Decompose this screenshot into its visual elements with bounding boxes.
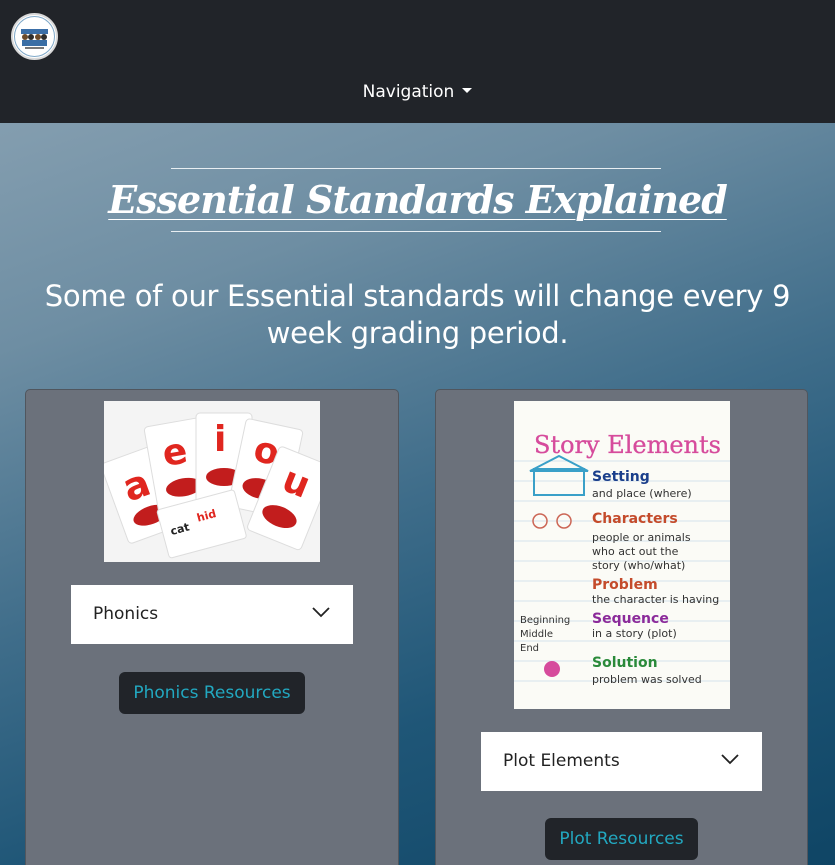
svg-text:Story Elements: Story Elements xyxy=(534,431,721,459)
phonics-select[interactable]: Phonics xyxy=(71,585,353,644)
svg-text:Problem: Problem xyxy=(592,577,658,593)
svg-text:i: i xyxy=(214,419,226,460)
svg-text:story (who/what): story (who/what) xyxy=(592,559,685,572)
chevron-down-icon xyxy=(721,754,739,765)
title-bottom-rule xyxy=(171,231,661,232)
svg-text:people or animals: people or animals xyxy=(592,531,691,544)
school-logo[interactable] xyxy=(11,13,58,60)
phonics-select-value: Phonics xyxy=(93,604,159,624)
svg-text:Solution: Solution xyxy=(592,655,658,671)
svg-text:problem was solved: problem was solved xyxy=(592,673,702,686)
plot-elements-select-value: Plot Elements xyxy=(503,751,620,771)
plot-elements-select[interactable]: Plot Elements xyxy=(481,732,762,791)
svg-text:the character is having: the character is having xyxy=(592,593,719,606)
phonics-card: a e i o u cat hid Phonics Phonics Resourc… xyxy=(25,389,399,865)
svg-text:and place (where): and place (where) xyxy=(592,487,692,500)
plot-resources-button[interactable]: Plot Resources xyxy=(545,818,698,860)
title-top-rule xyxy=(171,168,661,169)
svg-text:Beginning: Beginning xyxy=(520,615,570,626)
page-subtitle: Some of our Essential standards will cha… xyxy=(44,279,791,350)
phonics-image: a e i o u cat hid xyxy=(104,401,320,562)
story-elements-image: Story Elements Setting and place (where)… xyxy=(514,401,730,709)
svg-text:End: End xyxy=(520,643,539,654)
svg-text:who act out the: who act out the xyxy=(592,545,679,558)
svg-text:Sequence: Sequence xyxy=(592,611,669,627)
chevron-down-icon xyxy=(312,607,330,618)
phonics-resources-button[interactable]: Phonics Resources xyxy=(119,672,305,714)
svg-text:in a story (plot): in a story (plot) xyxy=(592,627,677,640)
svg-text:Setting: Setting xyxy=(592,469,650,485)
navigation-label: Navigation xyxy=(362,82,455,102)
svg-text:Middle: Middle xyxy=(520,629,553,640)
navbar: Navigation xyxy=(0,0,835,123)
plot-elements-card: Story Elements Setting and place (where)… xyxy=(435,389,808,865)
svg-text:Characters: Characters xyxy=(592,511,678,527)
page-title: Essential Standards Explained xyxy=(108,177,728,222)
navigation-dropdown-toggle[interactable]: Navigation xyxy=(0,80,835,104)
caret-down-icon xyxy=(462,87,473,93)
